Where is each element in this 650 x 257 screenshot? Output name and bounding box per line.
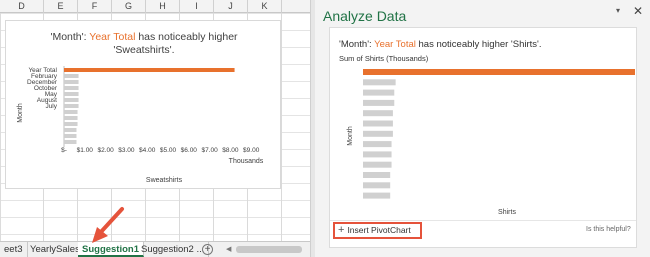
column-header-h[interactable]: H xyxy=(146,0,180,13)
column-header-d[interactable]: D xyxy=(0,0,44,13)
column-headers: DEFGHIJK xyxy=(0,0,310,13)
insight-card[interactable]: 'Month': Year Total has noticeably highe… xyxy=(329,27,637,248)
x-tick-label: $3.00 xyxy=(118,147,135,154)
bar xyxy=(363,79,396,86)
bar xyxy=(363,130,393,137)
column-header-j[interactable]: J xyxy=(214,0,248,13)
x-tick-label: $4.00 xyxy=(139,147,156,154)
x-tick-label: $6.00 xyxy=(181,147,198,154)
bar xyxy=(64,140,77,144)
card-bar-chart: Shirts Month xyxy=(347,69,635,216)
y-axis-title: Month xyxy=(347,126,354,146)
bar xyxy=(363,141,392,148)
insert-pivotchart-label: Insert PivotChart xyxy=(347,225,411,235)
bar xyxy=(363,89,395,96)
column-header-g[interactable]: G xyxy=(112,0,146,13)
suggestion-chart[interactable]: 'Month': Year Total has noticeably highe… xyxy=(5,20,281,189)
sheet-tab-0[interactable]: eet3 xyxy=(0,242,28,257)
bar xyxy=(363,182,391,189)
worksheet[interactable]: DEFGHIJK 'Month': Year Total has noticea… xyxy=(0,0,310,257)
bar xyxy=(64,92,79,96)
x-axis-title: Shirts xyxy=(498,209,516,216)
sheet-tab-1[interactable]: YearlySales xyxy=(26,242,85,257)
bar xyxy=(363,99,395,106)
x-tick-label: $2.00 xyxy=(97,147,114,154)
bar xyxy=(363,192,391,199)
add-sheet-icon[interactable]: + xyxy=(202,244,213,255)
column-header-e[interactable]: E xyxy=(44,0,78,13)
category-label: July xyxy=(45,103,57,110)
column-header-f[interactable]: F xyxy=(78,0,112,13)
bar xyxy=(64,110,78,114)
close-icon[interactable]: ✕ xyxy=(633,5,643,17)
column-header-k[interactable]: K xyxy=(248,0,282,13)
bar xyxy=(363,110,393,117)
plus-icon: + xyxy=(338,224,345,236)
x-tick-label: $8.00 xyxy=(222,147,239,154)
bar xyxy=(363,69,635,75)
bar xyxy=(363,151,392,158)
horizontal-scrollbar[interactable]: ◀ xyxy=(222,242,310,257)
bar xyxy=(64,116,78,120)
x-tick-label: $5.00 xyxy=(160,147,177,154)
bar xyxy=(64,80,79,84)
card-footer: + Insert PivotChart Is this helpful? xyxy=(330,220,636,248)
sheet-tabs-bar: eet3 YearlySales Suggestion1 Suggestion2 ..… xyxy=(0,241,310,257)
red-arrow-annotation xyxy=(92,207,124,243)
bar xyxy=(64,128,77,132)
sheet-bar-chart: Year TotalFebruaryDecemberOctoberMayAugu… xyxy=(17,66,264,184)
bar xyxy=(64,86,79,90)
units-label: Thousands xyxy=(229,158,264,165)
bar xyxy=(64,134,77,138)
x-tick-label: $7.00 xyxy=(201,147,218,154)
x-tick-label: $9.00 xyxy=(243,147,260,154)
bar xyxy=(64,68,235,72)
bar xyxy=(64,98,79,102)
x-tick-label: $- xyxy=(61,147,67,154)
bar xyxy=(363,161,392,168)
bar xyxy=(64,104,79,108)
excel-window: DEFGHIJK 'Month': Year Total has noticea… xyxy=(0,0,650,257)
bar xyxy=(363,120,393,127)
bar xyxy=(363,172,391,178)
bar xyxy=(64,74,79,78)
bar xyxy=(64,122,78,126)
pane-options-icon[interactable]: ▾ xyxy=(616,6,620,15)
y-axis-title: Month xyxy=(17,103,24,123)
scrollbar-thumb[interactable] xyxy=(236,246,302,253)
insert-pivotchart-button[interactable]: + Insert PivotChart xyxy=(333,222,422,239)
x-tick-label: $1.00 xyxy=(77,147,94,154)
pane-title: Analyze Data xyxy=(323,8,407,24)
helpful-link[interactable]: Is this helpful? xyxy=(586,226,631,233)
column-header-i[interactable]: I xyxy=(180,0,214,13)
scroll-left-icon[interactable]: ◀ xyxy=(226,242,231,257)
x-axis-title: Sweatshirts xyxy=(146,177,183,184)
sheet-tab-3[interactable]: Suggestion2 ... xyxy=(137,242,210,257)
analyze-data-pane: Analyze Data ▾ ✕ 'Month': Year Total has… xyxy=(315,0,650,257)
